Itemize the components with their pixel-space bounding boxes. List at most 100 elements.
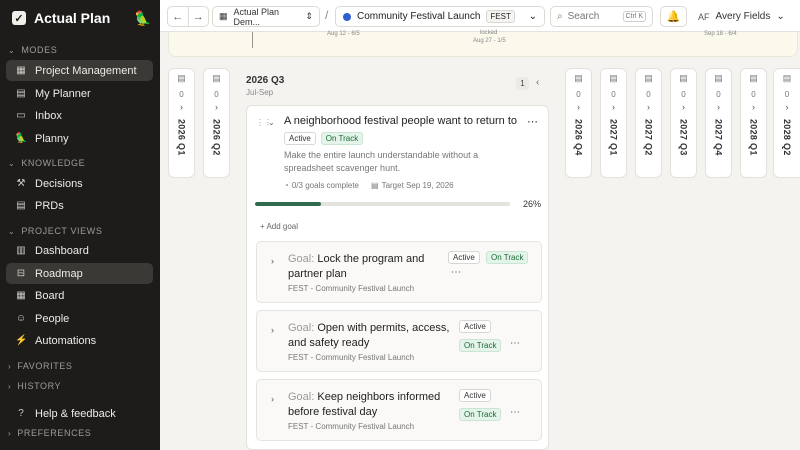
sidebar-item-inbox[interactable]: ▭ Inbox <box>6 105 153 126</box>
add-goal-button[interactable]: + Add goal <box>260 222 298 231</box>
quarter-column-2026-q1[interactable]: ▤ 0 › 2026 Q1 <box>168 68 195 178</box>
quarter-label: 2028 Q2 <box>782 119 792 156</box>
quarter-column-2026-q2[interactable]: ▤ 0 › 2026 Q2 <box>203 68 230 178</box>
forward-arrow-icon[interactable]: → <box>189 7 209 26</box>
workspace-selector[interactable]: ▦ Actual Plan Dem... ⇕ <box>212 6 320 27</box>
sidebar-item-board[interactable]: ▦ Board <box>6 285 153 306</box>
section-knowledge[interactable]: ⌄ KNOWLEDGE <box>8 158 85 168</box>
collapse-chevron-left-icon[interactable]: ‹ <box>536 77 539 88</box>
planny-avatar-icon[interactable]: 🦜 <box>134 9 152 27</box>
chevron-down-icon: ⌄ <box>8 226 16 236</box>
sidebar-item-help[interactable]: ? Help & feedback <box>6 403 153 424</box>
chevron-right-icon: › <box>752 102 755 112</box>
section-label: FAVORITES <box>17 361 73 371</box>
chevron-right-icon[interactable]: › <box>271 325 274 335</box>
sidebar-item-roadmap[interactable]: ⊟ Roadmap <box>6 263 153 284</box>
calendar-icon: ▤ <box>644 73 653 83</box>
document-icon: ▤ <box>16 200 26 211</box>
expanded-quarter-header: 2026 Q3 Jul-Sep <box>246 75 284 97</box>
sidebar-item-dashboard[interactable]: ▥ Dashboard <box>6 240 153 261</box>
quarter-column-2028-q2[interactable]: ▤ 0 › 2028 Q2 <box>773 68 800 178</box>
section-label: KNOWLEDGE <box>21 158 86 168</box>
chevron-right-icon: › <box>612 102 615 112</box>
timeline-divider <box>252 32 253 48</box>
gavel-icon: ⚒ <box>16 178 26 189</box>
goal-title: Goal: Open with permits, access, and saf… <box>288 321 453 351</box>
objective-title[interactable]: A neighborhood festival people want to r… <box>284 115 517 127</box>
calendar-icon: ▤ <box>782 73 792 83</box>
quarter-column-2027-q2[interactable]: ▤ 0 › 2027 Q2 <box>635 68 662 178</box>
quarter-item-count: 1 <box>516 77 529 90</box>
goal-title: Goal: Keep neighbors informed before fes… <box>288 390 453 420</box>
objective-card: ⋮⋮ ⌄ A neighborhood festival people want… <box>246 105 549 450</box>
app-name: Actual Plan <box>34 10 111 26</box>
quarter-count: 0 <box>611 90 616 99</box>
banner-label-center: locked <box>480 30 498 36</box>
history-nav: ← → <box>167 6 209 27</box>
more-options-icon[interactable]: ⋯ <box>510 407 520 418</box>
progress-bar <box>255 202 510 206</box>
sidebar-item-prds[interactable]: ▤ PRDs <box>6 195 153 216</box>
chevron-updown-icon: ⇕ <box>305 11 313 21</box>
notifications-bell-icon[interactable]: 🔔 <box>660 6 687 27</box>
project-selector[interactable]: Community Festival Launch FEST ⌄ <box>335 6 545 27</box>
chevron-down-icon: ⌄ <box>8 158 16 168</box>
quarter-label: 2026 Q2 <box>211 119 222 156</box>
more-options-icon[interactable]: ⋯ <box>510 338 520 349</box>
section-history[interactable]: › HISTORY <box>8 381 61 391</box>
search-button[interactable]: ⌕ Search Ctrl K <box>550 6 653 27</box>
back-arrow-icon[interactable]: ← <box>168 7 189 26</box>
more-options-icon[interactable]: ⋯ <box>451 267 461 278</box>
target-date: ▤ Target Sep 19, 2026 <box>371 181 454 190</box>
status-badge: Active <box>459 389 491 402</box>
section-modes[interactable]: ⌄ MODES <box>8 45 57 55</box>
chevron-down-icon[interactable]: ⌄ <box>268 118 275 127</box>
chevron-right-icon: › <box>8 361 12 371</box>
quarter-column-2027-q4[interactable]: ▤ 0 › 2027 Q4 <box>705 68 732 178</box>
sidebar-item-label: People <box>35 312 70 325</box>
quarter-column-2027-q3[interactable]: ▤ 0 › 2027 Q3 <box>670 68 697 178</box>
health-badge: On Track <box>459 408 502 421</box>
brand[interactable]: ✓ Actual Plan <box>12 8 110 28</box>
goal-project: FEST - Community Festival Launch <box>288 284 415 293</box>
status-badge: Active <box>284 132 316 145</box>
progress-bar-fill <box>255 202 322 206</box>
sidebar-item-my-planner[interactable]: ▤ My Planner <box>6 83 153 104</box>
quarter-count: 0 <box>214 90 219 99</box>
sidebar-item-label: Decisions <box>35 177 83 190</box>
sidebar-item-people[interactable]: ☺ People <box>6 308 153 329</box>
quarter-column-2028-q1[interactable]: ▤ 0 › 2028 Q1 <box>740 68 767 178</box>
chevron-right-icon[interactable]: › <box>271 256 274 266</box>
goal-card[interactable]: › Goal: Keep neighbors informed before f… <box>256 379 542 441</box>
sidebar-item-label: Dashboard <box>35 244 89 257</box>
calendar-icon: ▤ <box>574 73 583 83</box>
chevron-right-icon[interactable]: › <box>271 394 274 404</box>
more-options-icon[interactable]: ⋯ <box>527 115 538 128</box>
project-color-dot <box>343 12 351 21</box>
user-menu[interactable]: AF Avery Fields ⌄ <box>698 6 785 27</box>
section-project-views[interactable]: ⌄ PROJECT VIEWS <box>8 226 102 236</box>
sidebar-item-label: Inbox <box>35 109 62 122</box>
help-icon: ? <box>18 408 24 419</box>
sidebar-item-project-management[interactable]: ▦ Project Management <box>6 60 153 81</box>
quarter-column-2026-q4[interactable]: ▤ 0 › 2026 Q4 <box>565 68 592 178</box>
quarter-column-2027-q1[interactable]: ▤ 0 › 2027 Q1 <box>600 68 627 178</box>
goal-card[interactable]: › Goal: Open with permits, access, and s… <box>256 310 542 372</box>
chevron-right-icon: › <box>682 102 685 112</box>
bar-chart-icon: ▥ <box>16 245 26 256</box>
section-favorites[interactable]: › FAVORITES <box>8 361 73 371</box>
chevron-right-icon: › <box>717 102 720 112</box>
sidebar-item-decisions[interactable]: ⚒ Decisions <box>6 173 153 194</box>
section-label: MODES <box>21 45 58 55</box>
calendar-icon: ▤ <box>749 73 758 83</box>
sidebar-item-planny[interactable]: 🦜 Planny <box>6 128 153 149</box>
sidebar-item-automations[interactable]: ⚡ Automations <box>6 330 153 351</box>
quarter-count: 0 <box>784 90 790 99</box>
objective-description: Make the entire launch understandable wi… <box>284 150 479 173</box>
quarter-count: 0 <box>646 90 651 99</box>
quarter-title: 2026 Q3 <box>246 75 285 86</box>
section-preferences[interactable]: › PREFERENCES <box>8 428 91 438</box>
goal-card[interactable]: › Goal: Lock the program and partner pla… <box>256 241 542 303</box>
goal-project: FEST - Community Festival Launch <box>288 422 415 431</box>
quarter-label: 2026 Q4 <box>573 119 584 156</box>
